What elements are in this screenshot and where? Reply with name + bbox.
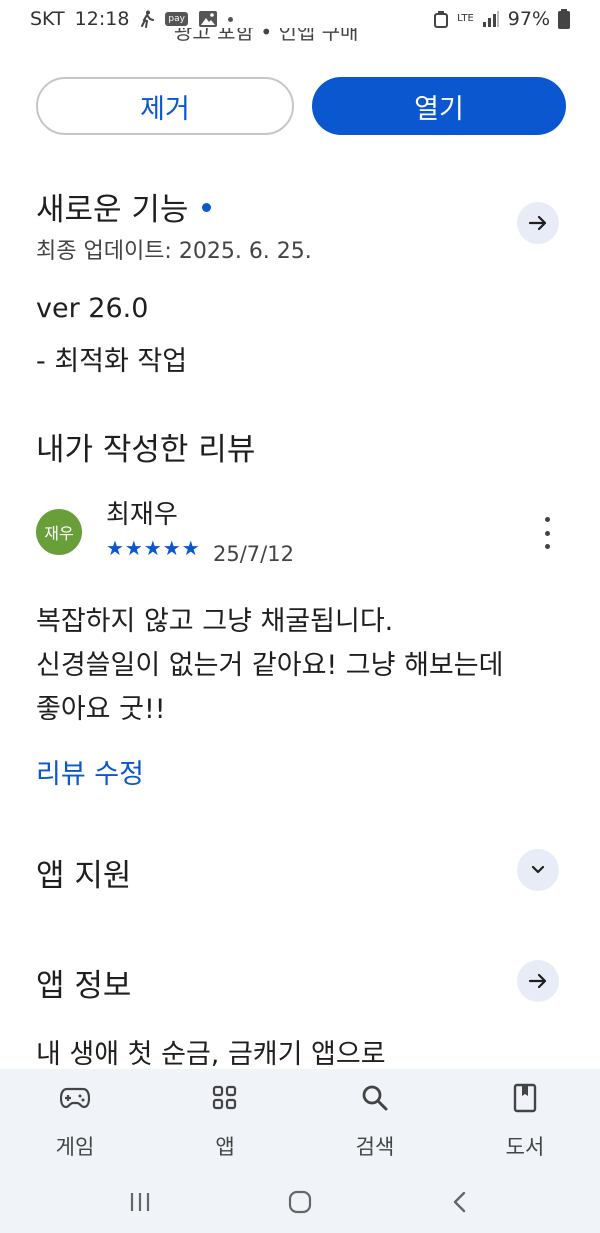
nav-label-games: 게임 xyxy=(55,1135,95,1159)
notification-dot-icon xyxy=(227,16,233,22)
home-icon xyxy=(288,1190,312,1214)
action-buttons: 제거 열기 xyxy=(36,77,566,135)
nav-item-games[interactable]: 게임 xyxy=(0,1069,150,1171)
arrow-right-icon xyxy=(528,215,547,231)
image-icon xyxy=(198,10,218,28)
open-button[interactable]: 열기 xyxy=(312,77,566,135)
arrow-right-icon xyxy=(528,973,547,989)
review-date: 25/7/12 xyxy=(213,542,294,566)
back-button[interactable] xyxy=(440,1182,480,1222)
whats-new-title[interactable]: 새로운 기능 xyxy=(36,184,212,229)
battery-percent-text: 97% xyxy=(507,8,550,30)
back-chevron-icon xyxy=(453,1191,466,1213)
new-indicator-dot-icon xyxy=(202,203,212,212)
network-type-text: LTE xyxy=(457,13,474,24)
whats-new-arrow-button[interactable] xyxy=(517,202,559,244)
home-button[interactable] xyxy=(280,1182,320,1222)
recycle-icon xyxy=(433,10,449,28)
reviewer-name: 최재우 xyxy=(106,500,178,530)
review-line: 복잡하지 않고 그냥 채굴됩니다. xyxy=(36,606,394,637)
app-support-expand-button[interactable] xyxy=(517,849,559,891)
whats-new-title-text: 새로운 기능 xyxy=(36,192,189,228)
system-navigation-bar xyxy=(0,1171,600,1233)
search-icon xyxy=(358,1081,392,1115)
review-line: 좋아요 굿!! xyxy=(36,694,166,725)
my-review-title: 내가 작성한 리뷰 xyxy=(36,432,256,468)
book-icon xyxy=(508,1081,542,1115)
clock-text: 12:18 xyxy=(74,8,130,30)
edit-review-link[interactable]: 리뷰 수정 xyxy=(36,752,144,791)
battery-icon xyxy=(558,9,570,29)
bottom-navigation: 게임 앱 검색 도서 xyxy=(0,1069,600,1171)
signal-icon xyxy=(482,11,500,27)
chevron-down-icon xyxy=(531,865,545,874)
star-rating: ★★★★★ xyxy=(106,536,201,560)
app-support-title[interactable]: 앱 지원 xyxy=(36,850,131,895)
nav-item-books[interactable]: 도서 xyxy=(450,1069,600,1171)
app-description-text: 내 생애 첫 순금, 금캐기 앱으로 xyxy=(36,1039,386,1070)
recent-apps-button[interactable] xyxy=(120,1182,160,1222)
gamepad-icon xyxy=(58,1081,92,1115)
walking-icon xyxy=(139,10,155,28)
apps-grid-icon xyxy=(208,1081,242,1115)
version-text: ver 26.0 xyxy=(36,293,149,324)
app-meta-text: 광고 포함 • 인앱 구매 xyxy=(174,28,359,42)
nav-label-apps: 앱 xyxy=(215,1135,235,1159)
review-line: 신경쓸일이 없는거 같아요! 그냥 해보는데 xyxy=(36,650,504,681)
release-notes-text: - 최적화 작업 xyxy=(36,346,188,377)
nav-item-search[interactable]: 검색 xyxy=(300,1069,450,1171)
carrier-text: SKT xyxy=(30,8,65,30)
last-updated-text: 최종 업데이트: 2025. 6. 25. xyxy=(36,239,312,264)
app-info-title[interactable]: 앱 정보 xyxy=(36,960,131,1005)
remove-button[interactable]: 제거 xyxy=(36,77,294,135)
more-options-icon[interactable] xyxy=(536,517,558,549)
nav-label-search: 검색 xyxy=(355,1135,395,1159)
avatar: 재우 xyxy=(36,509,82,555)
nav-label-books: 도서 xyxy=(505,1135,545,1159)
review-text: 복잡하지 않고 그냥 채굴됩니다. 신경쓸일이 없는거 같아요! 그냥 해보는데… xyxy=(36,600,566,732)
nav-item-apps[interactable]: 앱 xyxy=(150,1069,300,1171)
pay-icon: pay xyxy=(165,12,188,26)
recent-apps-icon xyxy=(130,1193,150,1211)
app-info-arrow-button[interactable] xyxy=(517,960,559,1002)
